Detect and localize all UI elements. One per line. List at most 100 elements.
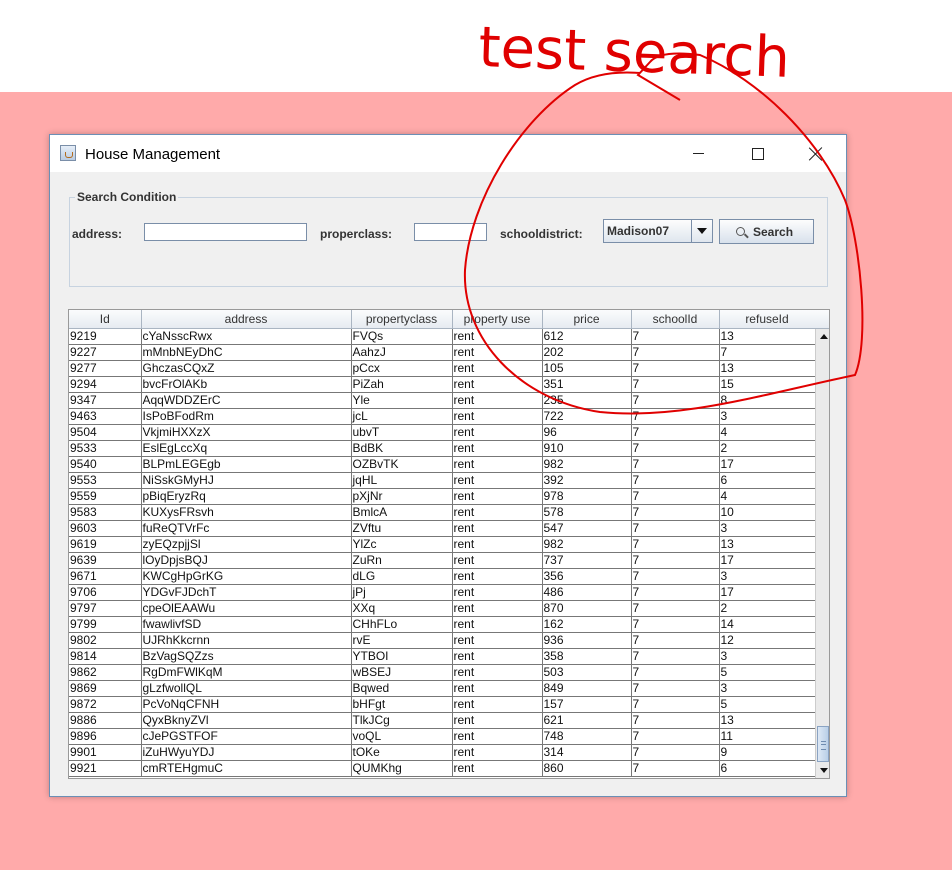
table-cell[interactable]: 7 xyxy=(631,728,720,745)
table-cell[interactable]: 7 xyxy=(631,376,720,393)
chevron-down-icon[interactable] xyxy=(691,220,712,242)
table-cell[interactable]: 9463 xyxy=(69,408,142,425)
table-cell[interactable]: 621 xyxy=(542,712,632,729)
table-cell[interactable]: 5 xyxy=(719,664,816,681)
table-row[interactable]: 9463 IsPoBFodRm jcL rent 722 7 3 xyxy=(69,408,816,425)
table-cell[interactable]: ubvT xyxy=(351,424,453,441)
table-cell[interactable]: 7 xyxy=(631,648,720,665)
table-cell[interactable]: ZuRn xyxy=(351,552,453,569)
table-cell[interactable]: 7 xyxy=(631,664,720,681)
table-cell[interactable]: KWCgHpGrKG xyxy=(141,568,352,585)
table-cell[interactable]: 8 xyxy=(719,392,816,409)
column-header[interactable]: Id xyxy=(69,310,142,329)
table-cell[interactable]: 9901 xyxy=(69,744,142,761)
table-cell[interactable]: 9347 xyxy=(69,392,142,409)
table-cell[interactable]: 9294 xyxy=(69,376,142,393)
table-row[interactable]: 9639 lOyDpjsBQJ ZuRn rent 737 7 17 xyxy=(69,552,816,569)
table-cell[interactable]: 9921 xyxy=(69,760,142,777)
table-cell[interactable]: bvcFrOlAKb xyxy=(141,376,352,393)
table-cell[interactable]: cpeOlEAAWu xyxy=(141,600,352,617)
table-row[interactable]: 9799 fwawlivfSD CHhFLo rent 162 7 14 xyxy=(69,616,816,633)
table-cell[interactable]: YTBOI xyxy=(351,648,453,665)
address-input[interactable] xyxy=(144,223,307,241)
table-cell[interactable]: rent xyxy=(452,520,543,537)
table-cell[interactable]: EslEgLccXq xyxy=(141,440,352,457)
table-cell[interactable]: lOyDpjsBQJ xyxy=(141,552,352,569)
table-cell[interactable]: rent xyxy=(452,616,543,633)
table-cell[interactable]: 9277 xyxy=(69,360,142,377)
table-cell[interactable]: fwawlivfSD xyxy=(141,616,352,633)
table-cell[interactable]: 3 xyxy=(719,680,816,697)
minimize-button[interactable] xyxy=(670,135,726,172)
table-cell[interactable]: 9603 xyxy=(69,520,142,537)
table-cell[interactable]: 7 xyxy=(631,600,720,617)
table-cell[interactable]: 9802 xyxy=(69,632,142,649)
table-cell[interactable]: XXq xyxy=(351,600,453,617)
table-cell[interactable]: jcL xyxy=(351,408,453,425)
table-cell[interactable]: 9219 xyxy=(69,328,142,345)
table-cell[interactable]: rent xyxy=(452,472,543,489)
table-row[interactable]: 9814 BzVagSQZzs YTBOI rent 358 7 3 xyxy=(69,648,816,665)
table-row[interactable]: 9872 PcVoNqCFNH bHFgt rent 157 7 5 xyxy=(69,696,816,713)
table-cell[interactable]: 17 xyxy=(719,456,816,473)
table-cell[interactable]: rent xyxy=(452,744,543,761)
table-cell[interactable]: dLG xyxy=(351,568,453,585)
table-cell[interactable]: 849 xyxy=(542,680,632,697)
table-cell[interactable]: 9797 xyxy=(69,600,142,617)
table-cell[interactable]: 7 xyxy=(631,328,720,345)
table-cell[interactable]: 7 xyxy=(631,632,720,649)
table-cell[interactable]: zyEQzpjjSl xyxy=(141,536,352,553)
table-cell[interactable]: pXjNr xyxy=(351,488,453,505)
table-cell[interactable]: rent xyxy=(452,536,543,553)
table-row[interactable]: 9553 NiSskGMyHJ jqHL rent 392 7 6 xyxy=(69,472,816,489)
table-cell[interactable]: 870 xyxy=(542,600,632,617)
table-cell[interactable]: 578 xyxy=(542,504,632,521)
table-cell[interactable]: 4 xyxy=(719,488,816,505)
table-cell[interactable]: 982 xyxy=(542,536,632,553)
table-cell[interactable]: 12 xyxy=(719,632,816,649)
table-cell[interactable]: iZuHWyuYDJ xyxy=(141,744,352,761)
table-cell[interactable]: Yle xyxy=(351,392,453,409)
table-row[interactable]: 9869 gLzfwollQL Bqwed rent 849 7 3 xyxy=(69,680,816,697)
table-row[interactable]: 9896 cJePGSTFOF voQL rent 748 7 11 xyxy=(69,728,816,745)
table-cell[interactable]: rent xyxy=(452,760,543,777)
table-row[interactable]: 9802 UJRhKkcrnn rvE rent 936 7 12 xyxy=(69,632,816,649)
table-cell[interactable]: pBiqEryzRq xyxy=(141,488,352,505)
table-cell[interactable]: BdBK xyxy=(351,440,453,457)
table-cell[interactable]: rent xyxy=(452,328,543,345)
table-cell[interactable]: PcVoNqCFNH xyxy=(141,696,352,713)
table-row[interactable]: 9559 pBiqEryzRq pXjNr rent 978 7 4 xyxy=(69,488,816,505)
table-cell[interactable]: 7 xyxy=(631,536,720,553)
table-cell[interactable]: 235 xyxy=(542,392,632,409)
table-row[interactable]: 9671 KWCgHpGrKG dLG rent 356 7 3 xyxy=(69,568,816,585)
table-cell[interactable]: 9583 xyxy=(69,504,142,521)
table-cell[interactable]: RgDmFWlKqM xyxy=(141,664,352,681)
table-cell[interactable]: PiZah xyxy=(351,376,453,393)
table-cell[interactable]: cJePGSTFOF xyxy=(141,728,352,745)
table-cell[interactable]: 314 xyxy=(542,744,632,761)
table-cell[interactable]: 13 xyxy=(719,360,816,377)
table-cell[interactable]: rent xyxy=(452,392,543,409)
table-row[interactable]: 9347 AqqWDDZErC Yle rent 235 7 8 xyxy=(69,392,816,409)
table-cell[interactable]: 17 xyxy=(719,584,816,601)
table-cell[interactable]: 7 xyxy=(631,360,720,377)
maximize-button[interactable] xyxy=(730,135,786,172)
table-cell[interactable]: 7 xyxy=(631,440,720,457)
column-header[interactable]: price xyxy=(542,310,632,329)
table-cell[interactable]: 936 xyxy=(542,632,632,649)
table-cell[interactable]: rent xyxy=(452,664,543,681)
table-cell[interactable]: voQL xyxy=(351,728,453,745)
table-cell[interactable]: 14 xyxy=(719,616,816,633)
table-cell[interactable]: 9706 xyxy=(69,584,142,601)
table-cell[interactable]: 7 xyxy=(631,424,720,441)
table-cell[interactable]: 7 xyxy=(631,520,720,537)
table-cell[interactable]: 9504 xyxy=(69,424,142,441)
table-cell[interactable]: 982 xyxy=(542,456,632,473)
table-cell[interactable]: 737 xyxy=(542,552,632,569)
table-cell[interactable]: 15 xyxy=(719,376,816,393)
table-cell[interactable]: 9671 xyxy=(69,568,142,585)
table-cell[interactable]: VkjmiHXXzX xyxy=(141,424,352,441)
table-cell[interactable]: 3 xyxy=(719,408,816,425)
table-cell[interactable]: 612 xyxy=(542,328,632,345)
table-cell[interactable]: rent xyxy=(452,424,543,441)
